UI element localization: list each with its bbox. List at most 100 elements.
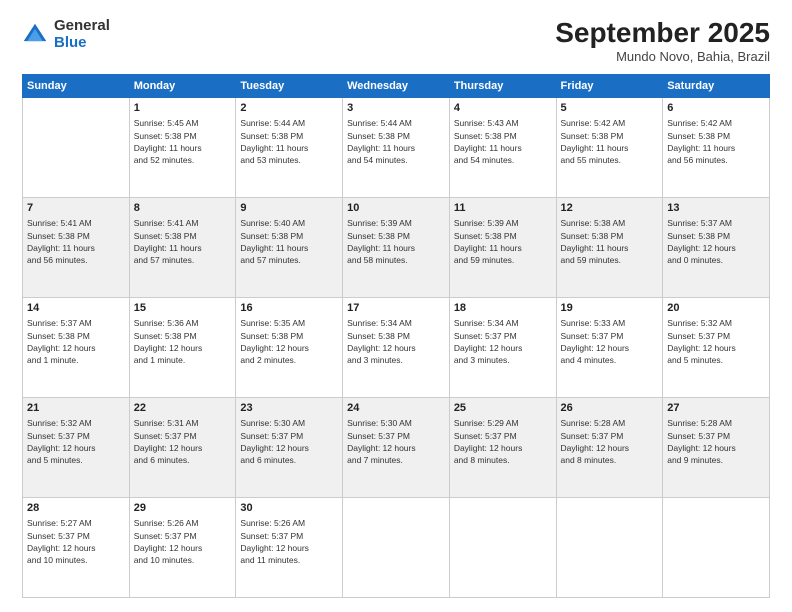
calendar-week-row: 28Sunrise: 5:27 AM Sunset: 5:37 PM Dayli… — [23, 497, 770, 597]
col-monday: Monday — [129, 74, 236, 97]
table-row: 20Sunrise: 5:32 AM Sunset: 5:37 PM Dayli… — [663, 297, 770, 397]
day-number: 23 — [240, 401, 338, 416]
day-number: 9 — [240, 201, 338, 216]
day-info: Sunrise: 5:33 AM Sunset: 5:37 PM Dayligh… — [561, 317, 659, 366]
day-info: Sunrise: 5:38 AM Sunset: 5:38 PM Dayligh… — [561, 217, 659, 266]
table-row: 22Sunrise: 5:31 AM Sunset: 5:37 PM Dayli… — [129, 397, 236, 497]
logo-general: General — [54, 18, 110, 35]
day-number: 29 — [134, 501, 232, 516]
calendar-week-row: 1Sunrise: 5:45 AM Sunset: 5:38 PM Daylig… — [23, 97, 770, 197]
day-number: 12 — [561, 201, 659, 216]
col-tuesday: Tuesday — [236, 74, 343, 97]
table-row — [23, 97, 130, 197]
day-number: 26 — [561, 401, 659, 416]
table-row: 10Sunrise: 5:39 AM Sunset: 5:38 PM Dayli… — [343, 197, 450, 297]
day-number: 21 — [27, 401, 125, 416]
table-row: 13Sunrise: 5:37 AM Sunset: 5:38 PM Dayli… — [663, 197, 770, 297]
calendar-header-row: Sunday Monday Tuesday Wednesday Thursday… — [23, 74, 770, 97]
day-info: Sunrise: 5:31 AM Sunset: 5:37 PM Dayligh… — [134, 417, 232, 466]
table-row: 24Sunrise: 5:30 AM Sunset: 5:37 PM Dayli… — [343, 397, 450, 497]
day-number: 14 — [27, 301, 125, 316]
table-row: 30Sunrise: 5:26 AM Sunset: 5:37 PM Dayli… — [236, 497, 343, 597]
day-info: Sunrise: 5:36 AM Sunset: 5:38 PM Dayligh… — [134, 317, 232, 366]
day-info: Sunrise: 5:28 AM Sunset: 5:37 PM Dayligh… — [561, 417, 659, 466]
day-info: Sunrise: 5:28 AM Sunset: 5:37 PM Dayligh… — [667, 417, 765, 466]
day-number: 3 — [347, 101, 445, 116]
page-header: General Blue September 2025 Mundo Novo, … — [22, 18, 770, 64]
day-number: 17 — [347, 301, 445, 316]
table-row: 14Sunrise: 5:37 AM Sunset: 5:38 PM Dayli… — [23, 297, 130, 397]
logo-text: General Blue — [54, 18, 110, 51]
table-row: 4Sunrise: 5:43 AM Sunset: 5:38 PM Daylig… — [449, 97, 556, 197]
day-info: Sunrise: 5:41 AM Sunset: 5:38 PM Dayligh… — [134, 217, 232, 266]
day-info: Sunrise: 5:45 AM Sunset: 5:38 PM Dayligh… — [134, 117, 232, 166]
col-friday: Friday — [556, 74, 663, 97]
day-info: Sunrise: 5:35 AM Sunset: 5:38 PM Dayligh… — [240, 317, 338, 366]
table-row — [663, 497, 770, 597]
table-row — [556, 497, 663, 597]
day-info: Sunrise: 5:29 AM Sunset: 5:37 PM Dayligh… — [454, 417, 552, 466]
table-row: 19Sunrise: 5:33 AM Sunset: 5:37 PM Dayli… — [556, 297, 663, 397]
day-number: 11 — [454, 201, 552, 216]
table-row: 2Sunrise: 5:44 AM Sunset: 5:38 PM Daylig… — [236, 97, 343, 197]
month-title: September 2025 — [555, 18, 770, 49]
day-info: Sunrise: 5:43 AM Sunset: 5:38 PM Dayligh… — [454, 117, 552, 166]
day-info: Sunrise: 5:32 AM Sunset: 5:37 PM Dayligh… — [667, 317, 765, 366]
day-number: 13 — [667, 201, 765, 216]
day-info: Sunrise: 5:42 AM Sunset: 5:38 PM Dayligh… — [667, 117, 765, 166]
table-row: 5Sunrise: 5:42 AM Sunset: 5:38 PM Daylig… — [556, 97, 663, 197]
day-info: Sunrise: 5:37 AM Sunset: 5:38 PM Dayligh… — [667, 217, 765, 266]
day-info: Sunrise: 5:30 AM Sunset: 5:37 PM Dayligh… — [240, 417, 338, 466]
table-row: 7Sunrise: 5:41 AM Sunset: 5:38 PM Daylig… — [23, 197, 130, 297]
day-info: Sunrise: 5:39 AM Sunset: 5:38 PM Dayligh… — [347, 217, 445, 266]
day-number: 19 — [561, 301, 659, 316]
day-number: 24 — [347, 401, 445, 416]
day-number: 28 — [27, 501, 125, 516]
table-row: 8Sunrise: 5:41 AM Sunset: 5:38 PM Daylig… — [129, 197, 236, 297]
table-row: 6Sunrise: 5:42 AM Sunset: 5:38 PM Daylig… — [663, 97, 770, 197]
day-number: 30 — [240, 501, 338, 516]
day-number: 10 — [347, 201, 445, 216]
day-info: Sunrise: 5:37 AM Sunset: 5:38 PM Dayligh… — [27, 317, 125, 366]
table-row: 9Sunrise: 5:40 AM Sunset: 5:38 PM Daylig… — [236, 197, 343, 297]
day-number: 25 — [454, 401, 552, 416]
day-number: 18 — [454, 301, 552, 316]
table-row — [343, 497, 450, 597]
day-info: Sunrise: 5:34 AM Sunset: 5:37 PM Dayligh… — [454, 317, 552, 366]
day-number: 2 — [240, 101, 338, 116]
day-info: Sunrise: 5:42 AM Sunset: 5:38 PM Dayligh… — [561, 117, 659, 166]
day-number: 7 — [27, 201, 125, 216]
table-row: 28Sunrise: 5:27 AM Sunset: 5:37 PM Dayli… — [23, 497, 130, 597]
day-number: 1 — [134, 101, 232, 116]
table-row — [449, 497, 556, 597]
table-row: 23Sunrise: 5:30 AM Sunset: 5:37 PM Dayli… — [236, 397, 343, 497]
table-row: 26Sunrise: 5:28 AM Sunset: 5:37 PM Dayli… — [556, 397, 663, 497]
col-wednesday: Wednesday — [343, 74, 450, 97]
location: Mundo Novo, Bahia, Brazil — [555, 49, 770, 64]
day-info: Sunrise: 5:34 AM Sunset: 5:38 PM Dayligh… — [347, 317, 445, 366]
col-thursday: Thursday — [449, 74, 556, 97]
day-number: 5 — [561, 101, 659, 116]
table-row: 29Sunrise: 5:26 AM Sunset: 5:37 PM Dayli… — [129, 497, 236, 597]
table-row: 11Sunrise: 5:39 AM Sunset: 5:38 PM Dayli… — [449, 197, 556, 297]
table-row: 17Sunrise: 5:34 AM Sunset: 5:38 PM Dayli… — [343, 297, 450, 397]
table-row: 18Sunrise: 5:34 AM Sunset: 5:37 PM Dayli… — [449, 297, 556, 397]
calendar: Sunday Monday Tuesday Wednesday Thursday… — [22, 74, 770, 598]
table-row: 1Sunrise: 5:45 AM Sunset: 5:38 PM Daylig… — [129, 97, 236, 197]
day-number: 4 — [454, 101, 552, 116]
day-number: 20 — [667, 301, 765, 316]
calendar-week-row: 7Sunrise: 5:41 AM Sunset: 5:38 PM Daylig… — [23, 197, 770, 297]
day-number: 8 — [134, 201, 232, 216]
day-info: Sunrise: 5:44 AM Sunset: 5:38 PM Dayligh… — [347, 117, 445, 166]
day-info: Sunrise: 5:32 AM Sunset: 5:37 PM Dayligh… — [27, 417, 125, 466]
day-info: Sunrise: 5:41 AM Sunset: 5:38 PM Dayligh… — [27, 217, 125, 266]
table-row: 16Sunrise: 5:35 AM Sunset: 5:38 PM Dayli… — [236, 297, 343, 397]
logo-blue: Blue — [54, 35, 110, 52]
day-number: 16 — [240, 301, 338, 316]
table-row: 15Sunrise: 5:36 AM Sunset: 5:38 PM Dayli… — [129, 297, 236, 397]
col-saturday: Saturday — [663, 74, 770, 97]
day-info: Sunrise: 5:26 AM Sunset: 5:37 PM Dayligh… — [134, 517, 232, 566]
table-row: 12Sunrise: 5:38 AM Sunset: 5:38 PM Dayli… — [556, 197, 663, 297]
day-info: Sunrise: 5:44 AM Sunset: 5:38 PM Dayligh… — [240, 117, 338, 166]
day-info: Sunrise: 5:27 AM Sunset: 5:37 PM Dayligh… — [27, 517, 125, 566]
